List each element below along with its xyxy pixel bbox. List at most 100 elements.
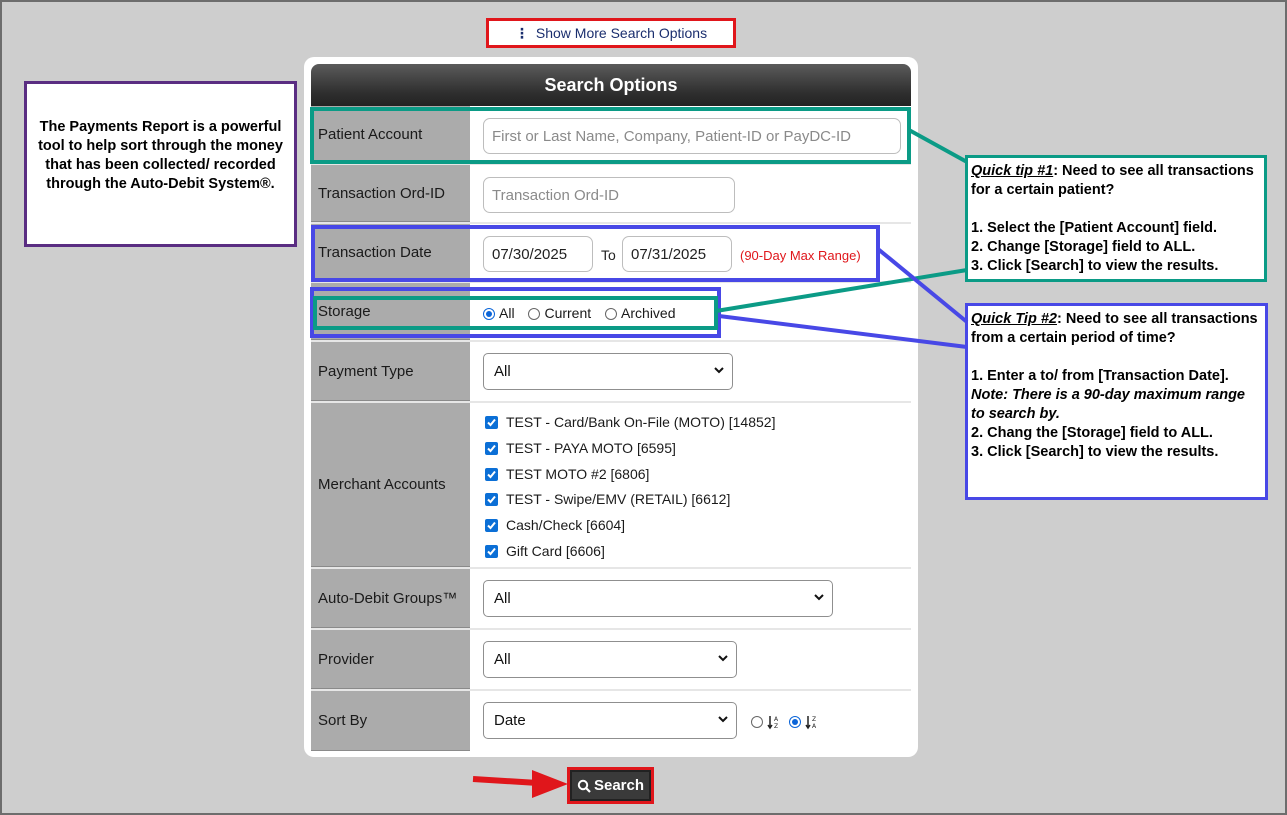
row-payment-type: Payment Type All — [311, 342, 911, 403]
svg-text:Z: Z — [774, 723, 778, 730]
quick-tip-2: Quick Tip #2: Need to see all transactio… — [965, 303, 1268, 500]
more-vertical-icon: ⋮ — [514, 24, 529, 41]
sort-descending-radio[interactable]: ZA — [789, 713, 819, 730]
panel-title: Search Options — [544, 74, 678, 95]
merchant-account-label: TEST - PAYA MOTO [6595] — [506, 439, 676, 456]
row-storage: Storage All Current Archived — [311, 283, 911, 342]
merchant-checkbox[interactable] — [485, 493, 498, 507]
storage-all-label: All — [499, 305, 515, 321]
tip2-step-2: 2. Chang the [Storage] field to ALL. — [971, 425, 1213, 441]
transaction-ord-id-placeholder: Transaction Ord-ID — [492, 186, 619, 204]
row-patient-account: Patient Account First or Last Name, Comp… — [311, 106, 911, 165]
patient-account-placeholder: First or Last Name, Company, Patient-ID … — [492, 127, 851, 145]
provider-value: All — [494, 651, 511, 668]
svg-text:A: A — [812, 723, 817, 730]
tip1-step-1: 1. Select the [Patient Account] field. — [971, 220, 1218, 236]
merchant-checkbox[interactable] — [485, 519, 498, 533]
tip1-step-3: 3. Click [Search] to view the results. — [971, 258, 1219, 274]
sort-ascending-icon: AZ — [767, 715, 779, 730]
storage-archived-label: Archived — [621, 305, 676, 321]
payments-report-note-text: The Payments Report is a powerful tool t… — [38, 119, 283, 192]
storage-label: Storage — [311, 283, 470, 340]
storage-radio-archived[interactable]: Archived — [605, 305, 676, 321]
checkmark-icon — [487, 496, 496, 504]
transaction-ord-id-input[interactable]: Transaction Ord-ID — [483, 177, 735, 213]
checkmark-icon — [487, 470, 496, 479]
chevron-down-icon — [718, 655, 728, 662]
checkmark-icon — [487, 418, 496, 427]
auto-debit-groups-select[interactable]: All — [483, 580, 833, 617]
checkmark-icon — [487, 522, 496, 530]
sort-ascending-radio[interactable]: AZ — [751, 713, 781, 730]
date-from-value: 07/30/2025 — [492, 245, 568, 263]
tip2-title: Quick Tip #2 — [971, 311, 1057, 327]
tip2-step-3: 3. Click [Search] to view the results. — [971, 444, 1219, 460]
patient-account-label: Patient Account — [311, 106, 470, 163]
storage-current-label: Current — [544, 305, 592, 321]
radio-archived-icon — [605, 308, 618, 321]
date-to-value: 07/31/2025 — [631, 245, 707, 263]
payment-type-select[interactable]: All — [483, 353, 733, 390]
auto-debit-groups-value: All — [494, 590, 511, 607]
quick-tip-1: Quick tip #1: Need to see all transactio… — [965, 155, 1267, 282]
tip2-step-1: 1. Enter a to/ from [Transaction Date]. — [971, 368, 1229, 384]
checkmark-icon — [487, 444, 496, 453]
merchant-checkbox[interactable] — [485, 545, 498, 558]
merchant-checkbox[interactable] — [485, 467, 498, 481]
patient-account-input[interactable]: First or Last Name, Company, Patient-ID … — [483, 118, 901, 154]
merchant-accounts-label: Merchant Accounts — [311, 403, 470, 567]
radio-ascending-icon — [751, 715, 763, 728]
tip2-note: Note: There is a 90-day maximum range to… — [971, 387, 1245, 422]
svg-text:Z: Z — [812, 716, 816, 723]
arrow-head-icon — [532, 770, 568, 798]
payment-type-value: All — [494, 363, 511, 380]
payments-report-note: The Payments Report is a powerful tool t… — [24, 81, 297, 247]
sort-descending-icon: ZA — [805, 715, 817, 730]
merchant-account-label: Gift Card [6606] — [506, 543, 605, 559]
show-more-search-options-button[interactable]: ⋮ Show More Search Options — [486, 18, 736, 48]
row-sort-by: Sort By Date AZ ZA — [311, 691, 911, 751]
merchant-account-label: TEST - Card/Bank On-File (MOTO) [14852] — [506, 414, 776, 430]
row-merchant-accounts: Merchant Accounts TEST - Card/Bank On-Fi… — [311, 403, 911, 569]
row-transaction-ord-id: Transaction Ord-ID Transaction Ord-ID — [311, 165, 911, 224]
chevron-down-icon — [718, 716, 728, 723]
tip1-step-2: 2. Change [Storage] field to ALL. — [971, 239, 1196, 255]
show-more-label: Show More Search Options — [535, 25, 708, 41]
search-button-label: Search — [593, 777, 645, 794]
payment-type-label: Payment Type — [311, 342, 470, 401]
chevron-down-icon — [814, 594, 824, 601]
merchant-account-label: Cash/Check [6604] — [506, 517, 626, 534]
tip1-title: Quick tip #1 — [971, 163, 1054, 179]
transaction-date-from-input[interactable]: 07/30/2025 — [483, 236, 593, 272]
arrow-to-search — [472, 776, 539, 786]
merchant-accounts-list: TEST - Card/Bank On-File (MOTO) [14852] T… — [471, 403, 911, 567]
radio-current-icon — [528, 308, 541, 321]
search-button[interactable]: Search — [567, 767, 654, 804]
transaction-ord-id-label: Transaction Ord-ID — [311, 165, 470, 222]
date-to-label: To — [601, 247, 616, 263]
merchant-checkbox[interactable] — [485, 441, 498, 455]
provider-label: Provider — [311, 630, 470, 689]
row-transaction-date: Transaction Date 07/30/2025 To 07/31/202… — [311, 224, 911, 283]
date-range-note: (90-Day Max Range) — [740, 248, 861, 263]
auto-debit-groups-label: Auto-Debit Groups™ — [311, 569, 470, 628]
radio-all-icon — [483, 308, 495, 321]
transaction-date-label: Transaction Date — [311, 224, 470, 281]
merchant-account-label: TEST - Swipe/EMV (RETAIL) [6612] — [506, 491, 731, 508]
search-options-header: Search Options — [311, 64, 911, 106]
sort-by-select[interactable]: Date — [483, 702, 737, 739]
merchant-checkbox[interactable] — [485, 416, 498, 429]
search-icon — [577, 779, 591, 793]
chevron-down-icon — [714, 367, 724, 374]
merchant-account-label: TEST MOTO #2 [6806] — [506, 465, 650, 482]
radio-descending-icon — [789, 715, 802, 728]
sort-by-label: Sort By — [311, 691, 470, 751]
svg-text:A: A — [774, 716, 779, 723]
provider-select[interactable]: All — [483, 641, 737, 678]
storage-radio-current[interactable]: Current — [528, 305, 591, 321]
row-provider: Provider All — [311, 630, 911, 691]
row-auto-debit-groups: Auto-Debit Groups™ All — [311, 569, 911, 630]
storage-radio-all[interactable]: All — [483, 305, 515, 321]
transaction-date-to-input[interactable]: 07/31/2025 — [622, 236, 732, 272]
checkmark-icon — [487, 547, 496, 556]
